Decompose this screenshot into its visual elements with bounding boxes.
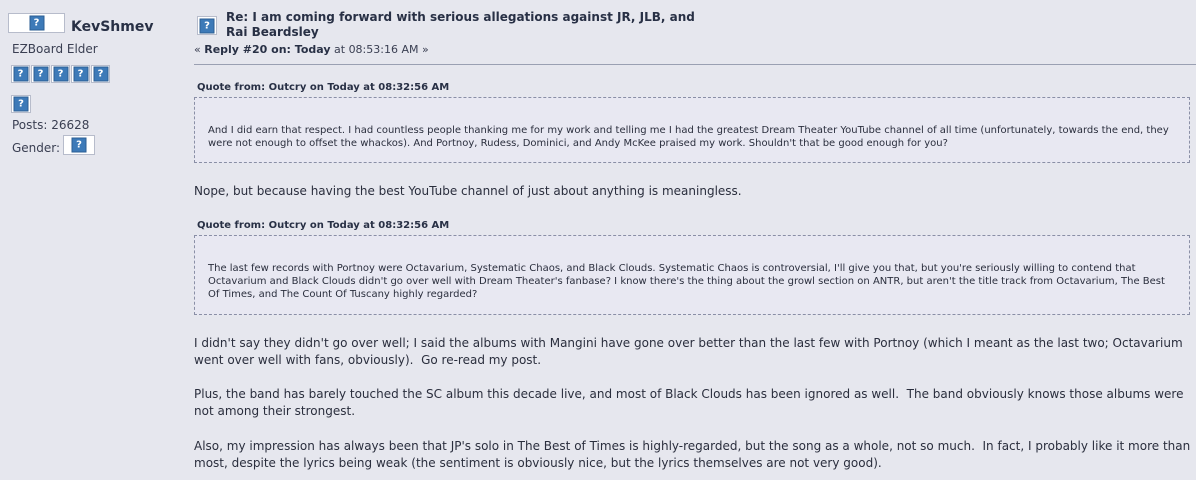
post-paragraph: I didn't say they didn't go over well; I… xyxy=(194,336,1187,367)
member-badge-icon: ? xyxy=(11,95,31,113)
post-subject-line1[interactable]: Re: I am coming forward with serious all… xyxy=(226,10,746,25)
poster-username[interactable]: KevShmev xyxy=(71,19,153,35)
gender-label: Gender: xyxy=(12,141,61,155)
rank-star-icon: ? xyxy=(71,65,90,83)
post-subject-line2[interactable]: Rai Beardsley xyxy=(226,25,746,40)
rank-star-icon: ? xyxy=(51,65,70,83)
poster-info: ? KevShmev EZBoard Elder ? ? ? ? ? ? Pos… xyxy=(8,12,183,155)
post-paragraph: Also, my impression has always been that… xyxy=(194,439,1195,470)
forum-post: ? KevShmev EZBoard Elder ? ? ? ? ? ? Pos… xyxy=(0,0,1196,480)
quote-body: The last few records with Portnoy were O… xyxy=(194,235,1190,315)
reply-prefix: « xyxy=(194,43,205,56)
post-paragraph: Plus, the band has barely touched the SC… xyxy=(194,387,1188,418)
post-divider xyxy=(194,64,1196,65)
rank-star-icon: ? xyxy=(11,65,30,83)
post-subject[interactable]: Re: I am coming forward with serious all… xyxy=(226,10,746,40)
poster-rank: EZBoard Elder xyxy=(12,42,98,56)
rank-stars: ? ? ? ? ? xyxy=(11,65,110,83)
topic-icon: ? xyxy=(197,16,217,35)
quote-header[interactable]: Quote from: Outcry on Today at 08:32:56 … xyxy=(197,82,449,93)
avatar[interactable]: ? xyxy=(8,12,65,33)
quote-body: And I did earn that respect. I had count… xyxy=(194,97,1190,163)
rank-star-icon: ? xyxy=(31,65,50,83)
quote-header[interactable]: Quote from: Outcry on Today at 08:32:56 … xyxy=(197,220,449,231)
image-placeholder-icon: ? xyxy=(29,15,44,30)
gender-row: Gender:? xyxy=(12,135,96,155)
reply-number[interactable]: Reply #20 on: Today xyxy=(204,43,330,56)
post-text: Nope, but because having the best YouTub… xyxy=(194,184,742,198)
post-count: Posts: 26628 xyxy=(12,118,90,132)
gender-icon: ? xyxy=(63,135,96,155)
reply-info: « Reply #20 on: Today at 08:53:16 AM » xyxy=(194,43,429,56)
reply-time: at 08:53:16 AM » xyxy=(330,43,429,56)
rank-star-icon: ? xyxy=(91,65,110,83)
